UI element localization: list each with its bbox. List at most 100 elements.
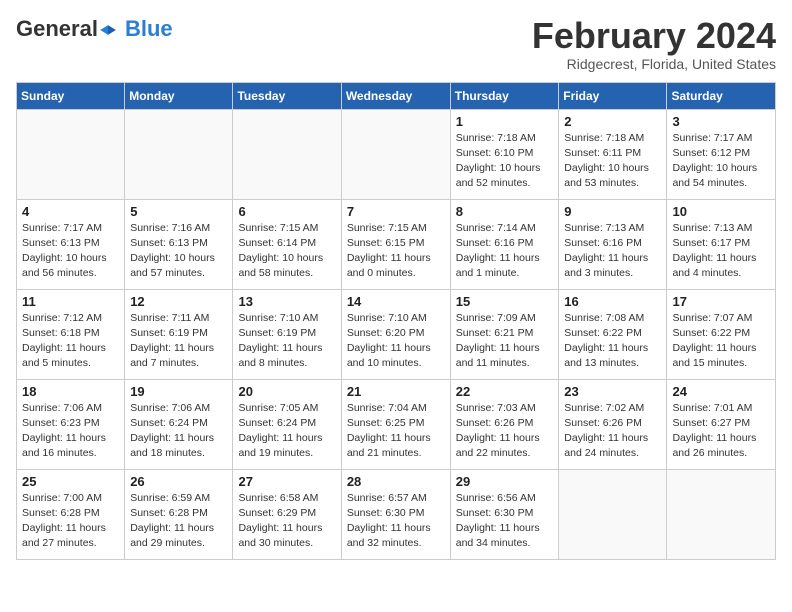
calendar-cell: 10 Sunrise: 7:13 AM Sunset: 6:17 PM Dayli… bbox=[667, 199, 776, 289]
day-number: 3 bbox=[672, 114, 770, 129]
calendar-cell: 26 Sunrise: 6:59 AM Sunset: 6:28 PM Dayli… bbox=[125, 469, 233, 559]
column-header-monday: Monday bbox=[125, 82, 233, 109]
calendar-cell: 7 Sunrise: 7:15 AM Sunset: 6:15 PM Daylig… bbox=[341, 199, 450, 289]
week-row-5: 25 Sunrise: 7:00 AM Sunset: 6:28 PM Dayli… bbox=[17, 469, 776, 559]
day-number: 25 bbox=[22, 474, 119, 489]
calendar-cell bbox=[559, 469, 667, 559]
day-info: Sunrise: 7:01 AM Sunset: 6:27 PM Dayligh… bbox=[672, 401, 770, 462]
day-number: 20 bbox=[238, 384, 335, 399]
day-number: 29 bbox=[456, 474, 554, 489]
calendar-header-row: SundayMondayTuesdayWednesdayThursdayFrid… bbox=[17, 82, 776, 109]
calendar-cell: 9 Sunrise: 7:13 AM Sunset: 6:16 PM Daylig… bbox=[559, 199, 667, 289]
column-header-thursday: Thursday bbox=[450, 82, 559, 109]
day-number: 2 bbox=[564, 114, 661, 129]
calendar-cell: 14 Sunrise: 7:10 AM Sunset: 6:20 PM Dayli… bbox=[341, 289, 450, 379]
day-number: 21 bbox=[347, 384, 445, 399]
calendar-cell: 19 Sunrise: 7:06 AM Sunset: 6:24 PM Dayli… bbox=[125, 379, 233, 469]
day-number: 23 bbox=[564, 384, 661, 399]
day-number: 27 bbox=[238, 474, 335, 489]
calendar-cell: 5 Sunrise: 7:16 AM Sunset: 6:13 PM Daylig… bbox=[125, 199, 233, 289]
day-number: 12 bbox=[130, 294, 227, 309]
calendar-cell: 18Sunrise: 7:06 AM Sunset: 6:23 PM Dayli… bbox=[17, 379, 125, 469]
day-info: Sunrise: 7:04 AM Sunset: 6:25 PM Dayligh… bbox=[347, 401, 445, 462]
day-number: 19 bbox=[130, 384, 227, 399]
page-header: General Blue February 2024 Ridgecrest, F… bbox=[16, 16, 776, 72]
day-info: Sunrise: 7:16 AM Sunset: 6:13 PM Dayligh… bbox=[130, 221, 227, 282]
week-row-4: 18Sunrise: 7:06 AM Sunset: 6:23 PM Dayli… bbox=[17, 379, 776, 469]
calendar-cell: 2 Sunrise: 7:18 AM Sunset: 6:11 PM Daylig… bbox=[559, 109, 667, 199]
day-info: Sunrise: 7:15 AM Sunset: 6:14 PM Dayligh… bbox=[238, 221, 335, 282]
calendar-cell: 21 Sunrise: 7:04 AM Sunset: 6:25 PM Dayli… bbox=[341, 379, 450, 469]
day-number: 16 bbox=[564, 294, 661, 309]
calendar-cell bbox=[233, 109, 341, 199]
logo-blue: Blue bbox=[125, 16, 173, 42]
day-number: 11 bbox=[22, 294, 119, 309]
day-number: 15 bbox=[456, 294, 554, 309]
day-info: Sunrise: 7:13 AM Sunset: 6:16 PM Dayligh… bbox=[564, 221, 661, 282]
calendar-cell: 6 Sunrise: 7:15 AM Sunset: 6:14 PM Daylig… bbox=[233, 199, 341, 289]
calendar-cell bbox=[125, 109, 233, 199]
day-number: 18 bbox=[22, 384, 119, 399]
column-header-saturday: Saturday bbox=[667, 82, 776, 109]
day-number: 8 bbox=[456, 204, 554, 219]
day-info: Sunrise: 7:14 AM Sunset: 6:16 PM Dayligh… bbox=[456, 221, 554, 282]
day-info: Sunrise: 7:15 AM Sunset: 6:15 PM Dayligh… bbox=[347, 221, 445, 282]
title-section: February 2024 Ridgecrest, Florida, Unite… bbox=[532, 16, 776, 72]
calendar-cell: 8 Sunrise: 7:14 AM Sunset: 6:16 PM Daylig… bbox=[450, 199, 559, 289]
day-number: 7 bbox=[347, 204, 445, 219]
day-number: 22 bbox=[456, 384, 554, 399]
day-info: Sunrise: 7:10 AM Sunset: 6:19 PM Dayligh… bbox=[238, 311, 335, 372]
day-info: Sunrise: 7:00 AM Sunset: 6:28 PM Dayligh… bbox=[22, 491, 119, 552]
month-title: February 2024 bbox=[532, 16, 776, 56]
day-number: 14 bbox=[347, 294, 445, 309]
calendar-cell: 23 Sunrise: 7:02 AM Sunset: 6:26 PM Dayli… bbox=[559, 379, 667, 469]
day-number: 26 bbox=[130, 474, 227, 489]
day-info: Sunrise: 7:05 AM Sunset: 6:24 PM Dayligh… bbox=[238, 401, 335, 462]
day-info: Sunrise: 7:03 AM Sunset: 6:26 PM Dayligh… bbox=[456, 401, 554, 462]
day-number: 13 bbox=[238, 294, 335, 309]
day-info: Sunrise: 6:57 AM Sunset: 6:30 PM Dayligh… bbox=[347, 491, 445, 552]
day-number: 9 bbox=[564, 204, 661, 219]
calendar-cell bbox=[667, 469, 776, 559]
day-number: 6 bbox=[238, 204, 335, 219]
calendar-cell: 15Sunrise: 7:09 AM Sunset: 6:21 PM Dayli… bbox=[450, 289, 559, 379]
day-info: Sunrise: 6:59 AM Sunset: 6:28 PM Dayligh… bbox=[130, 491, 227, 552]
day-info: Sunrise: 6:58 AM Sunset: 6:29 PM Dayligh… bbox=[238, 491, 335, 552]
day-info: Sunrise: 7:17 AM Sunset: 6:13 PM Dayligh… bbox=[22, 221, 119, 282]
location: Ridgecrest, Florida, United States bbox=[532, 56, 776, 72]
day-number: 10 bbox=[672, 204, 770, 219]
day-number: 4 bbox=[22, 204, 119, 219]
column-header-tuesday: Tuesday bbox=[233, 82, 341, 109]
day-info: Sunrise: 7:02 AM Sunset: 6:26 PM Dayligh… bbox=[564, 401, 661, 462]
calendar-cell: 28 Sunrise: 6:57 AM Sunset: 6:30 PM Dayli… bbox=[341, 469, 450, 559]
day-info: Sunrise: 6:56 AM Sunset: 6:30 PM Dayligh… bbox=[456, 491, 554, 552]
day-info: Sunrise: 7:13 AM Sunset: 6:17 PM Dayligh… bbox=[672, 221, 770, 282]
calendar-cell: 25 Sunrise: 7:00 AM Sunset: 6:28 PM Dayli… bbox=[17, 469, 125, 559]
calendar-cell: 24 Sunrise: 7:01 AM Sunset: 6:27 PM Dayli… bbox=[667, 379, 776, 469]
day-number: 28 bbox=[347, 474, 445, 489]
day-info: Sunrise: 7:06 AM Sunset: 6:24 PM Dayligh… bbox=[130, 401, 227, 462]
day-info: Sunrise: 7:18 AM Sunset: 6:10 PM Dayligh… bbox=[456, 131, 554, 192]
day-number: 1 bbox=[456, 114, 554, 129]
logo: General Blue bbox=[16, 16, 173, 42]
calendar-cell: 20 Sunrise: 7:05 AM Sunset: 6:24 PM Dayli… bbox=[233, 379, 341, 469]
calendar-cell: 16Sunrise: 7:08 AM Sunset: 6:22 PM Dayli… bbox=[559, 289, 667, 379]
calendar-table: SundayMondayTuesdayWednesdayThursdayFrid… bbox=[16, 82, 776, 560]
day-number: 5 bbox=[130, 204, 227, 219]
calendar-cell: 17Sunrise: 7:07 AM Sunset: 6:22 PM Dayli… bbox=[667, 289, 776, 379]
calendar-cell: 29 Sunrise: 6:56 AM Sunset: 6:30 PM Dayli… bbox=[450, 469, 559, 559]
calendar-cell: 22 Sunrise: 7:03 AM Sunset: 6:26 PM Dayli… bbox=[450, 379, 559, 469]
calendar-cell: 3 Sunrise: 7:17 AM Sunset: 6:12 PM Daylig… bbox=[667, 109, 776, 199]
calendar-cell: 4 Sunrise: 7:17 AM Sunset: 6:13 PM Daylig… bbox=[17, 199, 125, 289]
day-info: Sunrise: 7:18 AM Sunset: 6:11 PM Dayligh… bbox=[564, 131, 661, 192]
day-number: 24 bbox=[672, 384, 770, 399]
day-info: Sunrise: 7:12 AM Sunset: 6:18 PM Dayligh… bbox=[22, 311, 119, 372]
column-header-wednesday: Wednesday bbox=[341, 82, 450, 109]
column-header-friday: Friday bbox=[559, 82, 667, 109]
column-header-sunday: Sunday bbox=[17, 82, 125, 109]
calendar-cell: 27 Sunrise: 6:58 AM Sunset: 6:29 PM Dayli… bbox=[233, 469, 341, 559]
week-row-2: 4 Sunrise: 7:17 AM Sunset: 6:13 PM Daylig… bbox=[17, 199, 776, 289]
calendar-cell: 1 Sunrise: 7:18 AM Sunset: 6:10 PM Daylig… bbox=[450, 109, 559, 199]
day-info: Sunrise: 7:17 AM Sunset: 6:12 PM Dayligh… bbox=[672, 131, 770, 192]
day-info: Sunrise: 7:10 AM Sunset: 6:20 PM Dayligh… bbox=[347, 311, 445, 372]
